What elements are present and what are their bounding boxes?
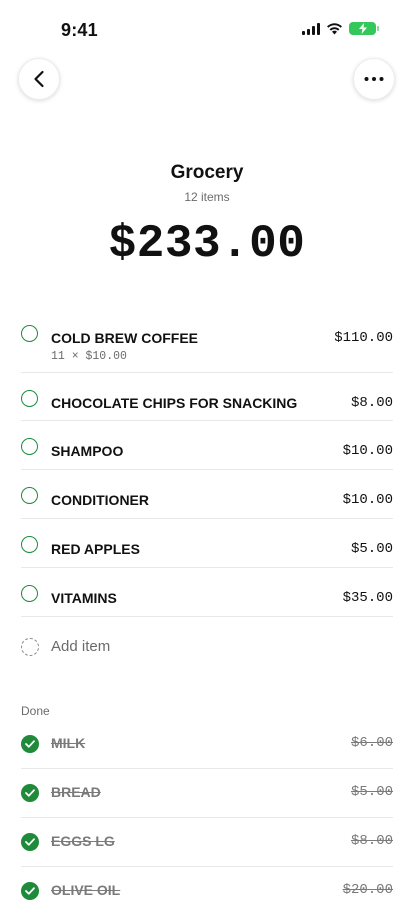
done-list-item[interactable]: EGGS LG $8.00 [21, 818, 393, 867]
done-list: MILK $6.00 BREAD $5.00 EGGS LG $8.00 OLI… [21, 720, 393, 916]
list-item[interactable]: CONDITIONER $10.00 [21, 470, 393, 519]
empty-circle-icon[interactable] [21, 536, 38, 553]
list-item[interactable]: COLD BREW COFFEE $110.00 11 × $10.00 [21, 316, 393, 373]
more-options-button[interactable] [353, 58, 395, 100]
item-name: RED APPLES [51, 541, 140, 557]
add-item-row[interactable]: Add item [21, 617, 393, 677]
done-list-item[interactable]: BREAD $5.00 [21, 769, 393, 818]
item-name: OLIVE OIL [51, 882, 121, 898]
item-price: $8.00 [350, 395, 393, 411]
checkmark-circle-icon[interactable] [21, 784, 39, 802]
ellipsis-icon [364, 77, 384, 81]
checkmark-circle-icon[interactable] [21, 882, 39, 900]
grocery-list: COLD BREW COFFEE $110.00 11 × $10.00 CHO… [21, 316, 393, 718]
item-name: VITAMINS [51, 590, 117, 606]
item-price: $10.00 [342, 492, 393, 508]
item-name: CONDITIONER [51, 492, 149, 508]
list-item[interactable]: RED APPLES $5.00 [21, 519, 393, 568]
wifi-icon [327, 22, 342, 34]
status-time: 9:41 [61, 20, 98, 40]
item-name: EGGS LG [51, 833, 115, 849]
back-button[interactable] [18, 58, 60, 100]
item-price: $20.00 [342, 882, 393, 898]
empty-circle-icon[interactable] [21, 438, 38, 455]
item-price: $5.00 [350, 541, 393, 557]
item-name: MILK [51, 735, 86, 751]
item-name: CHOCOLATE CHIPS FOR SNACKING [51, 395, 298, 411]
empty-circle-icon[interactable] [21, 390, 38, 407]
item-price: $110.00 [334, 330, 393, 346]
item-name: SHAMPOO [51, 443, 124, 459]
item-count: 12 items [184, 190, 230, 204]
empty-circle-icon[interactable] [21, 585, 38, 602]
checkmark-circle-icon[interactable] [21, 833, 39, 851]
list-item[interactable]: CHOCOLATE CHIPS FOR SNACKING $8.00 [21, 373, 393, 421]
chevron-left-icon [34, 70, 44, 88]
empty-circle-icon[interactable] [21, 325, 38, 342]
item-price: $5.00 [350, 784, 393, 800]
list-item[interactable]: SHAMPOO $10.00 [21, 421, 393, 470]
checkmark-circle-icon[interactable] [21, 735, 39, 753]
dashed-circle-icon [21, 638, 39, 656]
done-list-item[interactable]: OLIVE OIL $20.00 [21, 867, 393, 916]
item-price: $35.00 [342, 590, 393, 606]
item-name: COLD BREW COFFEE [51, 330, 198, 346]
total-amount: $233.00 [108, 218, 306, 270]
empty-circle-icon[interactable] [21, 487, 38, 504]
list-item[interactable]: VITAMINS $35.00 [21, 568, 393, 617]
add-item-label[interactable]: Add item [51, 638, 110, 655]
done-section-label: Done [21, 704, 50, 718]
item-quantity-detail: 11 × $10.00 [51, 350, 127, 363]
cellular-signal-icon [302, 22, 320, 35]
item-price: $6.00 [350, 735, 393, 751]
done-list-item[interactable]: MILK $6.00 [21, 720, 393, 769]
item-price: $8.00 [350, 833, 393, 849]
item-name: BREAD [51, 784, 101, 800]
item-price: $10.00 [342, 443, 393, 459]
status-icons [302, 22, 379, 35]
status-bar: 9:41 [0, 0, 414, 54]
list-title: Grocery [170, 162, 244, 183]
battery-charging-icon [349, 22, 379, 35]
list-header: Grocery 12 items [0, 162, 414, 204]
